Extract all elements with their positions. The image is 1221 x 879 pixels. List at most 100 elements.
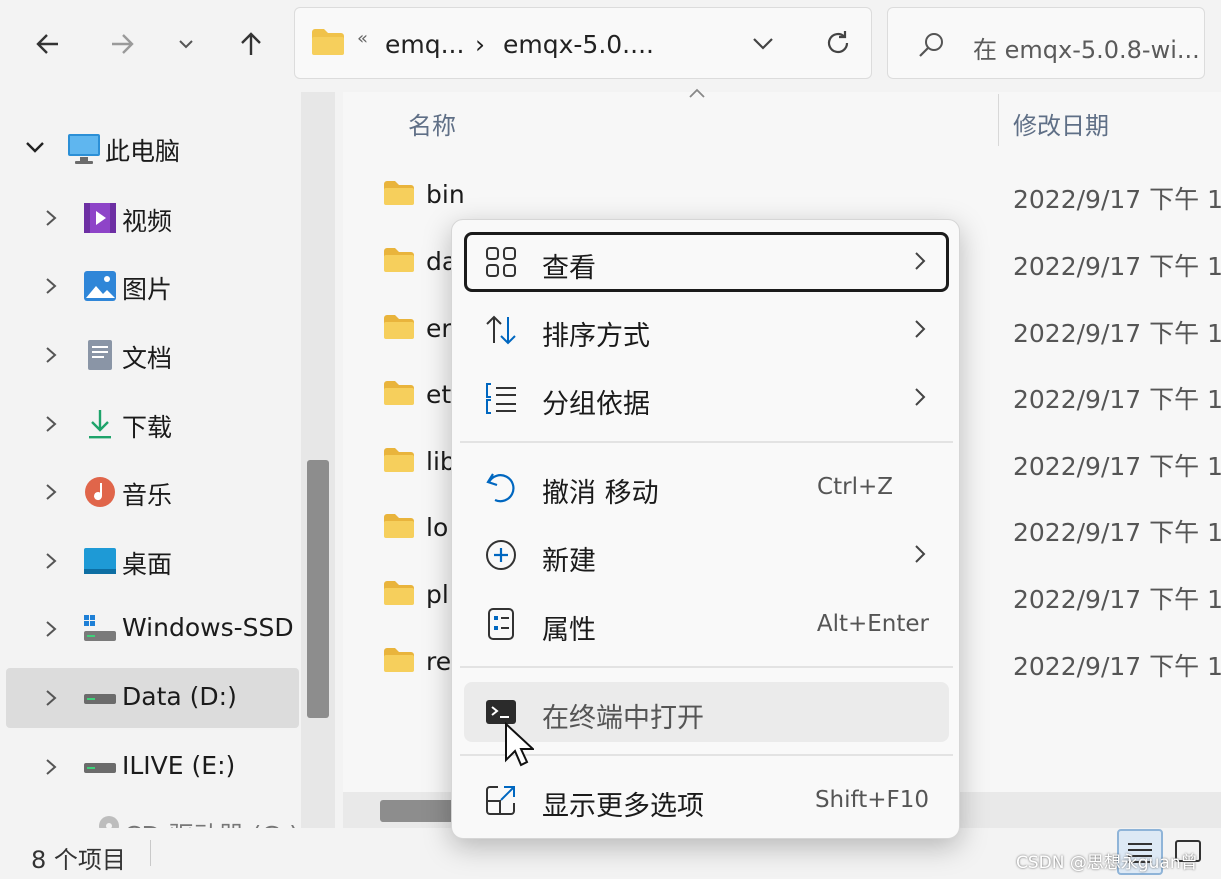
- video-icon: [84, 203, 116, 233]
- chevron-right-icon[interactable]: [44, 414, 58, 434]
- recent-locations-button[interactable]: [164, 22, 208, 66]
- sidebar-item-this-pc[interactable]: 此电脑: [6, 118, 299, 178]
- chevron-right-icon[interactable]: [44, 208, 58, 228]
- forward-button[interactable]: [100, 22, 144, 66]
- sidebar-item-label: 音乐: [122, 481, 173, 510]
- folder-icon: [312, 29, 344, 55]
- menu-item-view[interactable]: 查看: [464, 232, 949, 292]
- menu-item-shortcut: Alt+Enter: [816, 611, 929, 637]
- chevron-right-icon[interactable]: [44, 688, 58, 708]
- menu-item-label: 在终端中打开: [542, 703, 704, 734]
- menu-item-label: 新建: [542, 546, 596, 577]
- sidebar-item-downloads[interactable]: 下载: [6, 394, 299, 454]
- menu-item-shortcut: Ctrl+Z: [817, 474, 893, 500]
- folder-icon: [384, 581, 414, 605]
- chevron-right-icon[interactable]: [44, 757, 58, 777]
- address-overflow[interactable]: «: [357, 28, 368, 49]
- folder-icon: [384, 381, 414, 405]
- cd-drive-icon: [99, 816, 119, 828]
- group-by-icon: [486, 383, 516, 414]
- arrow-right-icon: [112, 34, 134, 54]
- column-divider[interactable]: [998, 94, 999, 146]
- chevron-right-icon[interactable]: [44, 551, 58, 571]
- file-name: et: [426, 380, 452, 409]
- folder-icon: [384, 648, 414, 672]
- menu-item-group-by[interactable]: 分组依据: [464, 368, 949, 428]
- drive-icon: [84, 694, 116, 704]
- sidebar-item-pictures[interactable]: 图片: [6, 256, 299, 316]
- menu-item-label: 分组依据: [542, 389, 650, 420]
- breadcrumb-current[interactable]: emqx-5.0....: [503, 30, 654, 59]
- folder-icon: [384, 514, 414, 538]
- menu-item-new[interactable]: 新建: [464, 525, 949, 585]
- file-date: 2022/9/17 下午 1: [1013, 518, 1221, 547]
- menu-item-shortcut: Shift+F10: [814, 787, 929, 813]
- music-icon: [85, 477, 115, 507]
- menu-separator: [460, 666, 953, 668]
- sidebar-item-windows-ssd[interactable]: Windows-SSD: [6, 599, 299, 659]
- file-date: 2022/9/17 下午 1: [1013, 185, 1221, 214]
- address-bar[interactable]: « emq... › emqx-5.0....: [294, 7, 872, 79]
- column-header-name[interactable]: 名称: [408, 106, 456, 141]
- chevron-down-icon[interactable]: [751, 34, 775, 54]
- item-count: 8 个项目: [31, 846, 126, 874]
- menu-item-open-in-terminal[interactable]: 在终端中打开: [464, 682, 949, 742]
- back-button[interactable]: [26, 22, 70, 66]
- sort-ascending-icon: [689, 88, 705, 98]
- chevron-right-icon[interactable]: [44, 276, 58, 296]
- sidebar-item-label: CD 驱动器 (G:): [124, 816, 299, 828]
- file-name: er: [426, 314, 452, 343]
- refresh-icon[interactable]: [823, 28, 853, 58]
- column-header-date[interactable]: 修改日期: [1013, 106, 1109, 141]
- file-date: 2022/9/17 下午 1: [1013, 652, 1221, 681]
- file-name: re: [426, 647, 452, 676]
- chevron-right-icon[interactable]: [44, 619, 58, 639]
- folder-icon: [384, 448, 414, 472]
- sidebar-item-desktop[interactable]: 桌面: [6, 531, 299, 591]
- properties-icon: [488, 608, 514, 640]
- sidebar-item-cd-drive[interactable]: CD 驱动器 (G:): [6, 806, 299, 828]
- breadcrumb-segment[interactable]: emq...: [385, 30, 464, 59]
- sidebar-item-data-d[interactable]: Data (D:): [6, 668, 299, 728]
- show-more-options-icon: [486, 786, 515, 815]
- sidebar-item-music[interactable]: 音乐: [6, 462, 299, 522]
- search-box[interactable]: 在 emqx-5.0.8-wi...: [887, 7, 1205, 79]
- undo-icon: [486, 473, 515, 503]
- sidebar-item-label: 视频: [122, 207, 173, 236]
- sidebar-item-label: 文档: [122, 344, 173, 373]
- chevron-right-icon: [915, 388, 926, 406]
- sidebar-item-ilive-e[interactable]: ILIVE (E:): [6, 737, 299, 797]
- menu-item-label: 显示更多选项: [542, 791, 704, 822]
- file-name: lo: [426, 513, 449, 542]
- file-date: 2022/9/17 下午 1: [1013, 585, 1221, 614]
- file-date: 2022/9/17 下午 1: [1013, 319, 1221, 348]
- file-name: bin: [426, 180, 465, 209]
- drive-icon: [84, 763, 116, 773]
- menu-item-label: 属性: [542, 615, 596, 646]
- menu-item-properties[interactable]: 属性 Alt+Enter: [464, 594, 949, 654]
- chevron-right-icon[interactable]: [44, 482, 58, 502]
- menu-item-sort[interactable]: 排序方式: [464, 300, 949, 360]
- sidebar-scrollbar-thumb[interactable]: [307, 460, 329, 718]
- download-icon: [89, 410, 111, 439]
- menu-separator: [460, 441, 953, 443]
- file-row[interactable]: bin 2022/9/17 下午 1: [383, 172, 1221, 222]
- sidebar-item-label: Windows-SSD: [122, 613, 294, 642]
- chevron-down-icon: [179, 40, 193, 49]
- chevron-right-icon[interactable]: [44, 345, 58, 365]
- up-button[interactable]: [229, 22, 273, 66]
- horizontal-scrollbar-thumb[interactable]: [380, 800, 460, 822]
- search-input[interactable]: 在 emqx-5.0.8-wi...: [973, 30, 1200, 65]
- computer-icon: [68, 134, 100, 164]
- menu-item-undo[interactable]: 撤消 移动 Ctrl+Z: [464, 457, 949, 517]
- breadcrumb-separator[interactable]: ›: [475, 30, 485, 59]
- chevron-down-icon[interactable]: [24, 140, 46, 156]
- menu-item-label: 排序方式: [542, 321, 650, 352]
- menu-item-show-more-options[interactable]: 显示更多选项 Shift+F10: [464, 770, 949, 830]
- arrow-left-icon: [36, 34, 58, 54]
- sidebar-item-documents[interactable]: 文档: [6, 325, 299, 385]
- watermark: CSDN @思想永guan曾: [1016, 853, 1198, 873]
- sidebar-item-label: 图片: [122, 275, 173, 304]
- sidebar-item-videos[interactable]: 视频: [6, 188, 299, 248]
- chevron-right-icon: [915, 545, 926, 563]
